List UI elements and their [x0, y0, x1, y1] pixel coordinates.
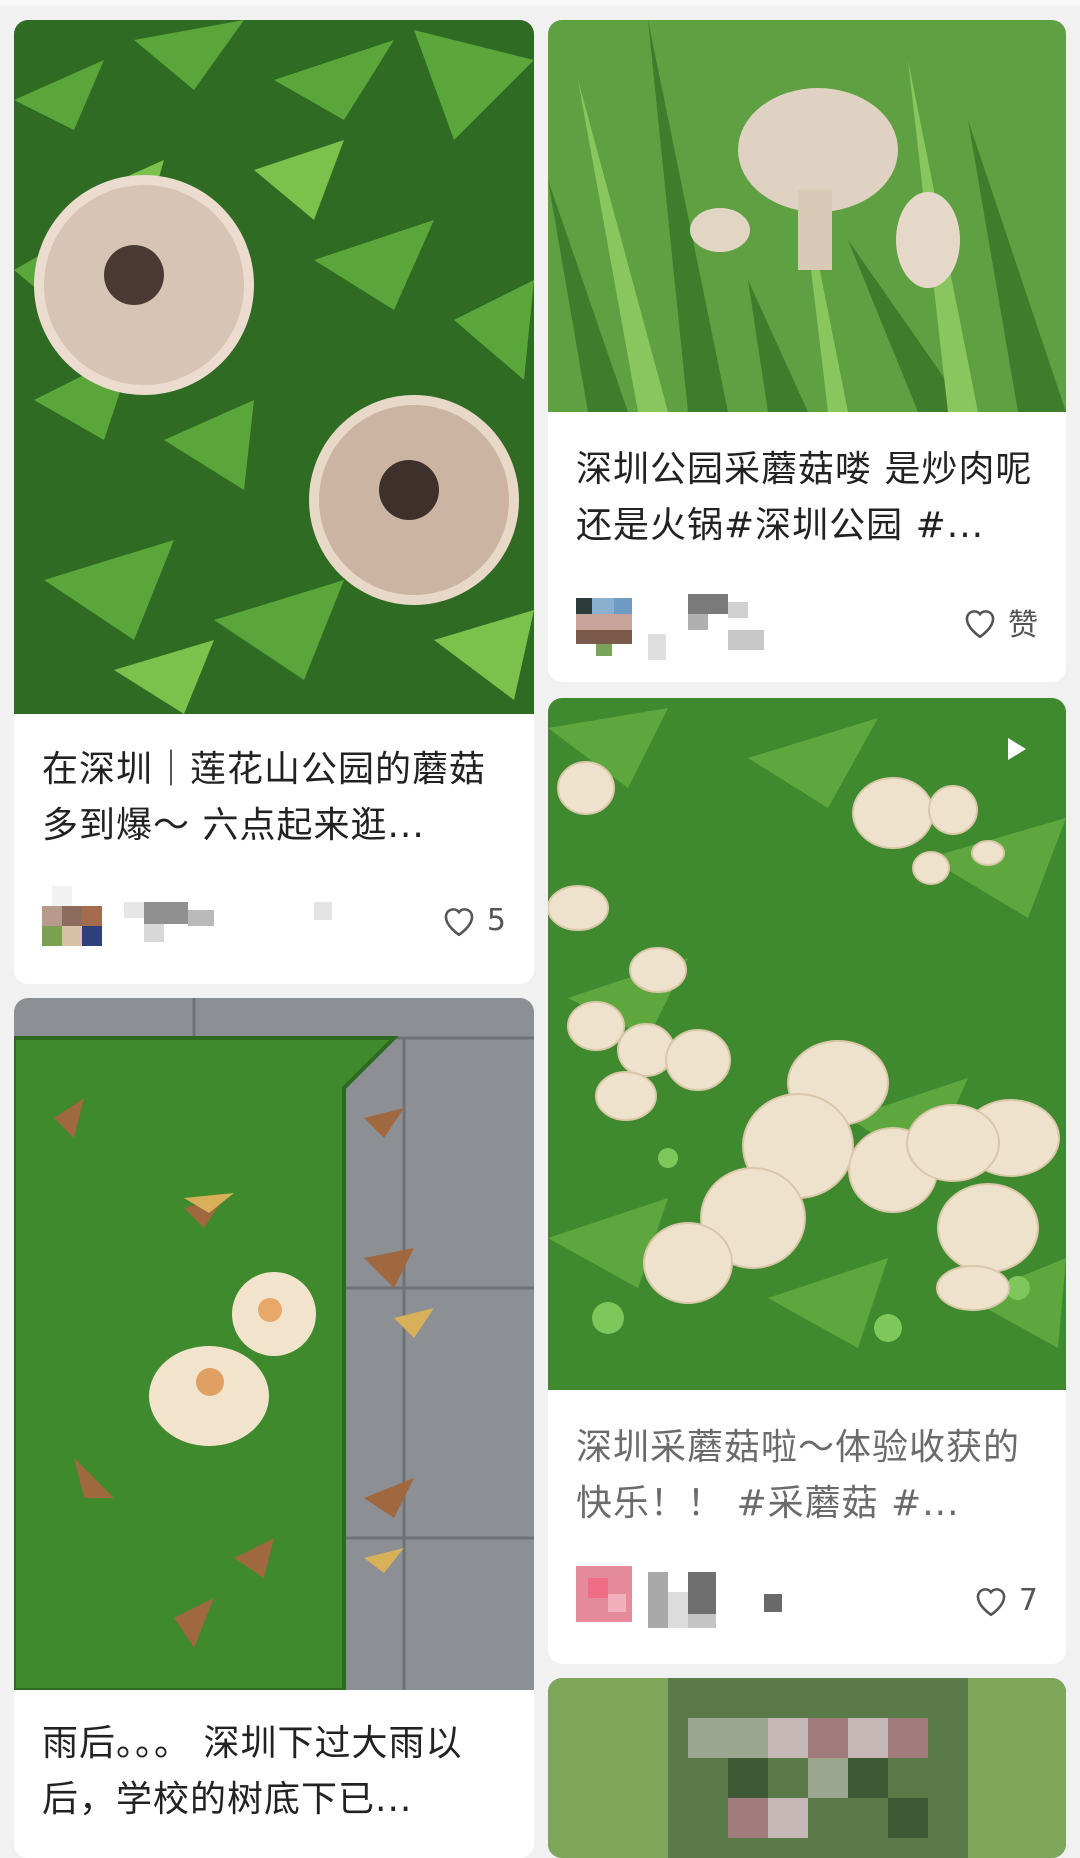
note-card[interactable]: 雨后。。。 深圳下过大雨以后，学校的树底下已... [14, 998, 534, 1858]
note-cover-image[interactable] [548, 20, 1066, 412]
note-card[interactable]: 深圳采蘑菇啦～体验收获的快乐！！ #采蘑菇 #... 7 [548, 698, 1066, 1664]
like-button[interactable]: 7 [971, 1576, 1038, 1624]
author-name[interactable] [114, 892, 332, 952]
note-author[interactable]: 赞 [576, 588, 1038, 668]
note-card[interactable]: 深圳公园采蘑菇喽 是炒肉呢还是火锅#深圳公园 #... 赞 [548, 20, 1066, 682]
note-author[interactable]: 5 [42, 886, 506, 966]
note-cover-image[interactable] [14, 20, 534, 714]
like-button[interactable]: 5 [439, 896, 506, 944]
author-name[interactable] [648, 1572, 788, 1632]
note-title[interactable]: 雨后。。。 深圳下过大雨以后，学校的树底下已... [42, 1716, 506, 1828]
note-card[interactable]: 在深圳｜莲花山公园的蘑菇多到爆～ 六点起来逛... 5 [14, 20, 534, 984]
note-feed: 在深圳｜莲花山公园的蘑菇多到爆～ 六点起来逛... 5 深圳公园采蘑菇喽 是炒肉… [0, 0, 1080, 1858]
like-count: 7 [1018, 1582, 1038, 1618]
avatar[interactable] [576, 588, 636, 664]
note-cover-image[interactable] [548, 698, 1066, 1390]
note-cover-image[interactable] [548, 1678, 1066, 1858]
heart-icon [976, 1588, 1006, 1617]
avatar[interactable] [42, 886, 102, 962]
note-title[interactable]: 在深圳｜莲花山公园的蘑菇多到爆～ 六点起来逛... [42, 742, 506, 854]
note-author[interactable]: 7 [576, 1566, 1038, 1646]
like-count: 赞 [1008, 608, 1038, 643]
note-title[interactable]: 深圳采蘑菇啦～体验收获的快乐！！ #采蘑菇 #... [576, 1420, 1038, 1532]
status-strip [0, 0, 1080, 6]
note-card[interactable] [548, 1678, 1066, 1858]
author-name[interactable] [648, 594, 788, 660]
heart-icon [965, 610, 995, 639]
like-count: 5 [486, 902, 506, 938]
note-cover-image[interactable] [14, 998, 534, 1690]
like-button[interactable]: 赞 [960, 598, 1038, 646]
note-title[interactable]: 深圳公园采蘑菇喽 是炒肉呢还是火锅#深圳公园 #... [576, 442, 1038, 554]
avatar[interactable] [576, 1566, 636, 1642]
play-icon [1008, 738, 1026, 760]
heart-icon [444, 908, 474, 937]
